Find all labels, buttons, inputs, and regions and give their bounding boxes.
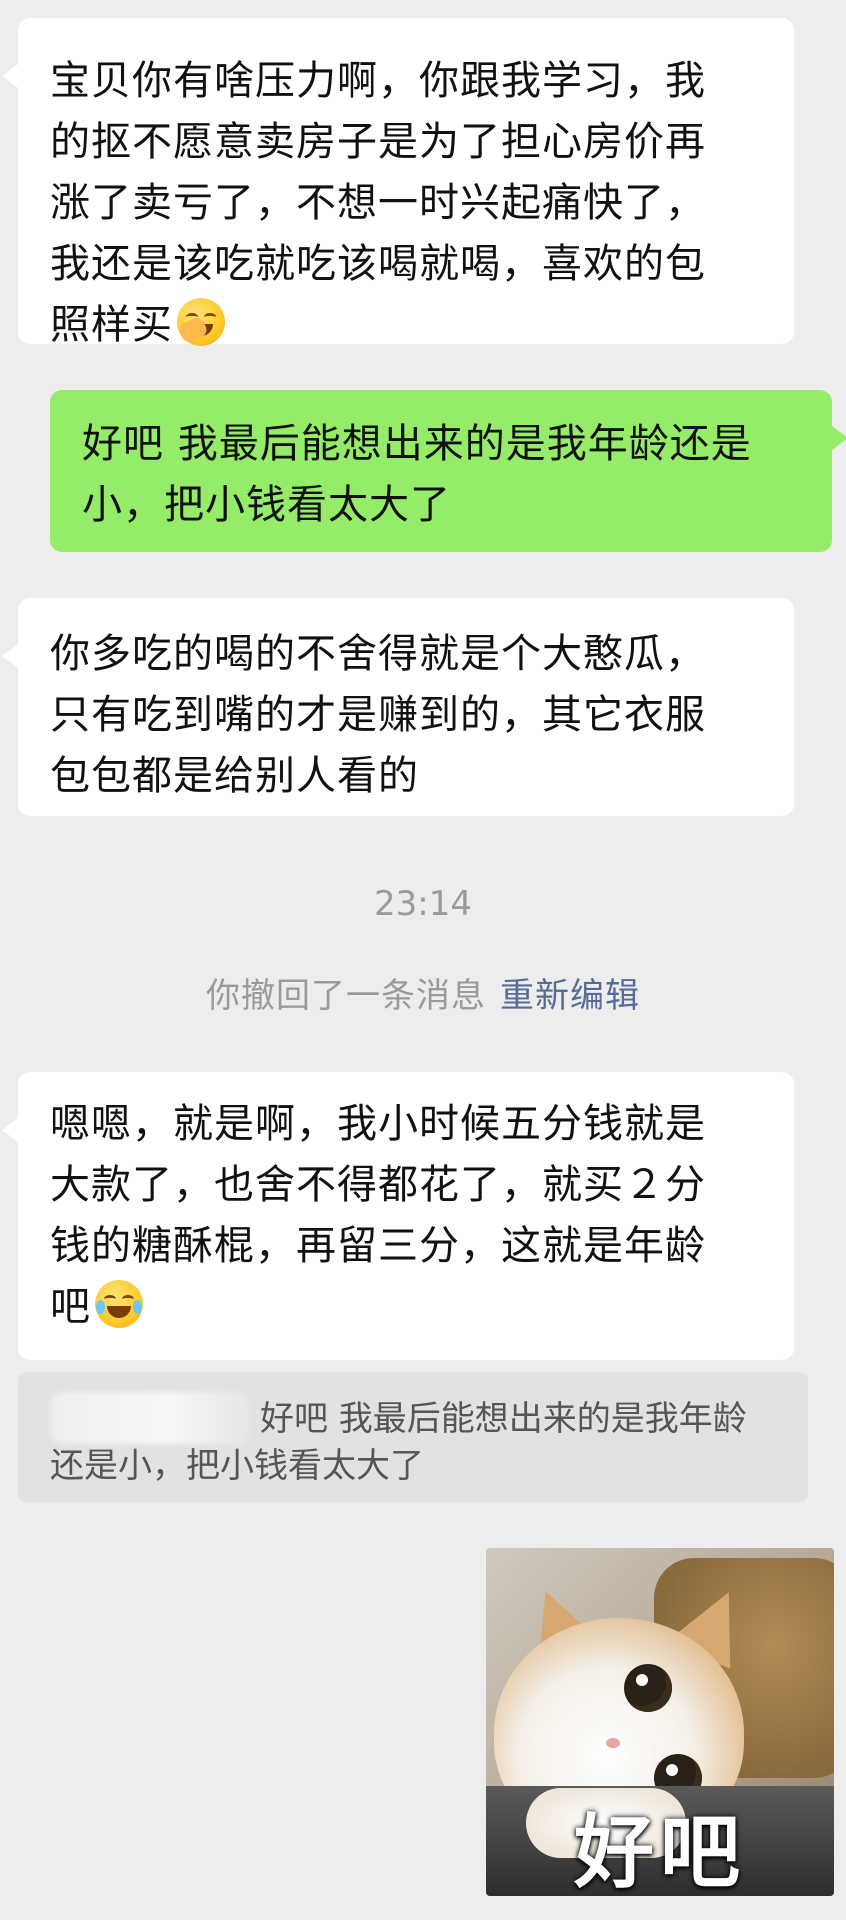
message-line: 宝贝你有啥压力啊，你跟我学习，我	[50, 58, 706, 104]
tears-of-joy-emoji-icon	[95, 1280, 143, 1328]
quoted-message[interactable]: 好吧 我最后能想出来的是我年龄 还是小，把小钱看太大了	[18, 1372, 808, 1502]
message-line: 我还是该吃就吃该喝就喝，喜欢的包	[50, 241, 706, 287]
cat-sticker[interactable]: 好吧	[486, 1548, 834, 1896]
re-edit-link[interactable]: 重新编辑	[500, 976, 640, 1016]
message-line: 你多吃的喝的不舍得就是个大憨瓜，	[50, 631, 706, 677]
cat-eye	[624, 1664, 672, 1712]
blurred-sender-name	[50, 1392, 250, 1444]
message-line: 包包都是给别人看的	[50, 753, 419, 799]
message-line-text: 吧	[50, 1284, 91, 1330]
message-line: 只有吃到嘴的才是赚到的，其它衣服	[50, 692, 706, 738]
quote-line: 好吧 我最后能想出来的是我年龄	[50, 1392, 778, 1444]
incoming-message-bubble[interactable]: 你多吃的喝的不舍得就是个大憨瓜， 只有吃到嘴的才是赚到的，其它衣服 包包都是给别…	[2, 598, 794, 816]
incoming-message-bubble[interactable]: 宝贝你有啥压力啊，你跟我学习，我 的抠不愿意卖房子是为了担心房价再 涨了卖亏了，…	[2, 18, 794, 348]
quote-line: 还是小，把小钱看太大了	[50, 1446, 424, 1486]
message-line: 好吧 我最后能想出来的是我年龄还是	[82, 421, 752, 467]
outgoing-message-bubble[interactable]: 好吧 我最后能想出来的是我年龄还是 小，把小钱看太大了	[50, 390, 846, 552]
sticker-caption: 好吧	[574, 1806, 746, 1896]
face-palm-emoji-icon	[176, 298, 225, 346]
message-line: 嗯嗯，就是啊，我小时候五分钱就是	[50, 1101, 706, 1147]
cat-nose	[606, 1738, 620, 1748]
message-line: 吧	[50, 1277, 762, 1338]
recall-text: 你撤回了一条消息	[206, 976, 486, 1016]
message-line: 涨了卖亏了，不想一时兴起痛快了，	[50, 180, 706, 226]
message-line: 钱的糖酥棍，再留三分，这就是年龄	[50, 1223, 706, 1269]
message-line: 大款了，也舍不得都花了，就买２分	[50, 1162, 706, 1208]
message-line: 的抠不愿意卖房子是为了担心房价再	[50, 119, 706, 165]
message-line: 小，把小钱看太大了	[82, 482, 451, 528]
message-line: 照样买	[50, 295, 762, 356]
incoming-message-bubble[interactable]: 嗯嗯，就是啊，我小时候五分钱就是 大款了，也舍不得都花了，就买２分 钱的糖酥棍，…	[2, 1072, 794, 1360]
quote-text: 好吧 我最后能想出来的是我年龄	[260, 1399, 747, 1439]
chat-timestamp: 23:14	[374, 884, 472, 924]
message-line-text: 照样买	[50, 302, 173, 348]
recall-notice: 你撤回了一条消息 重新编辑	[0, 968, 846, 1017]
